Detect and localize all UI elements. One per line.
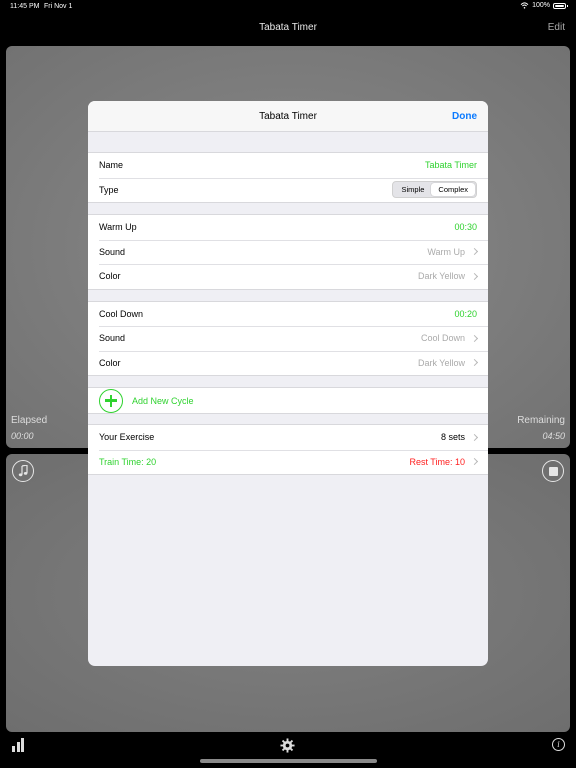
warm-up-duration[interactable]: 00:30 xyxy=(454,222,477,232)
gear-icon[interactable] xyxy=(280,738,295,758)
rest-time: Rest Time: 10 xyxy=(409,456,465,467)
cool-down-sound-value: Cool Down xyxy=(420,333,465,344)
cool-down-row[interactable]: Cool Down 00:20 xyxy=(88,302,488,327)
type-row: Type Simple Complex xyxy=(88,177,488,203)
warm-up-color-value: Dark Yellow xyxy=(417,271,465,282)
stop-button[interactable] xyxy=(542,460,564,482)
warm-up-color-label: Color xyxy=(99,271,121,282)
exercise-sets: 8 sets xyxy=(440,432,465,443)
plus-circle-icon xyxy=(99,388,123,413)
type-option-simple[interactable]: Simple xyxy=(394,183,431,196)
status-time: 11:45 PM xyxy=(10,3,40,10)
bar-chart-icon[interactable] xyxy=(12,738,24,752)
type-label: Type xyxy=(99,184,119,195)
exercise-row[interactable]: Your Exercise 8 sets xyxy=(88,425,488,450)
train-time: Train Time: 20 xyxy=(99,456,157,467)
name-label: Name xyxy=(99,160,124,171)
cool-down-group: Cool Down 00:20 Sound Cool Down Color Da… xyxy=(88,300,488,376)
edit-button[interactable]: Edit xyxy=(548,22,565,33)
chevron-right-icon xyxy=(470,334,479,342)
cool-down-color-row[interactable]: Color Dark Yellow xyxy=(88,350,488,376)
name-value[interactable]: Tabata Timer xyxy=(425,160,477,170)
stop-icon xyxy=(548,466,558,476)
status-date: Fri Nov 1 xyxy=(44,3,73,10)
info-icon[interactable]: i xyxy=(552,738,565,751)
nav-title: Tabata Timer xyxy=(259,22,317,33)
warm-up-sound-row[interactable]: Sound Warm Up xyxy=(88,239,488,265)
wifi-icon xyxy=(520,2,529,9)
chevron-right-icon xyxy=(470,458,479,466)
warm-up-sound-value: Warm Up xyxy=(427,246,465,257)
cool-down-sound-label: Sound xyxy=(99,333,126,344)
warm-up-row[interactable]: Warm Up 00:30 xyxy=(88,215,488,240)
battery-percent: 100% xyxy=(532,2,550,9)
settings-modal: Tabata Timer Done Name Tabata Timer Type… xyxy=(88,101,488,666)
battery-icon xyxy=(553,2,568,9)
add-new-cycle-button[interactable]: Add New Cycle xyxy=(88,388,488,413)
elapsed-value: 00:00 xyxy=(11,431,34,441)
add-cycle-group: Add New Cycle xyxy=(88,387,488,414)
status-bar: 11:45 PM Fri Nov 1 100% xyxy=(0,0,576,14)
name-row[interactable]: Name Tabata Timer xyxy=(88,153,488,178)
exercise-group: Your Exercise 8 sets Train Time: 20 Rest… xyxy=(88,424,488,475)
cool-down-label: Cool Down xyxy=(99,308,144,319)
music-button[interactable] xyxy=(12,460,34,482)
music-note-icon xyxy=(18,465,28,477)
chevron-right-icon xyxy=(470,433,479,441)
chevron-right-icon xyxy=(470,272,479,280)
home-indicator xyxy=(200,759,377,763)
cool-down-color-value: Dark Yellow xyxy=(417,357,465,368)
remaining-label: Remaining xyxy=(517,415,565,426)
elapsed-label: Elapsed xyxy=(11,415,48,426)
status-right: 100% xyxy=(520,2,568,9)
cool-down-duration[interactable]: 00:20 xyxy=(454,309,477,319)
cool-down-sound-row[interactable]: Sound Cool Down xyxy=(88,326,488,351)
exercise-times-row[interactable]: Train Time: 20 Rest Time: 10 xyxy=(88,449,488,475)
type-segmented-control[interactable]: Simple Complex xyxy=(392,181,477,199)
general-group: Name Tabata Timer Type Simple Complex xyxy=(88,152,488,203)
add-new-cycle-label: Add New Cycle xyxy=(132,395,194,406)
done-button[interactable]: Done xyxy=(452,111,477,122)
modal-title: Tabata Timer xyxy=(259,111,317,122)
warm-up-label: Warm Up xyxy=(99,222,137,233)
remaining-value: 04:50 xyxy=(542,431,565,441)
exercise-label: Your Exercise xyxy=(99,432,155,443)
type-option-complex[interactable]: Complex xyxy=(431,183,475,197)
chevron-right-icon xyxy=(470,359,479,367)
warm-up-color-row[interactable]: Color Dark Yellow xyxy=(88,264,488,289)
modal-header: Tabata Timer Done xyxy=(88,101,488,132)
warm-up-sound-label: Sound xyxy=(99,246,126,257)
chevron-right-icon xyxy=(470,248,479,256)
warm-up-group: Warm Up 00:30 Sound Warm Up Color Dark Y… xyxy=(88,214,488,290)
cool-down-color-label: Color xyxy=(99,357,121,368)
